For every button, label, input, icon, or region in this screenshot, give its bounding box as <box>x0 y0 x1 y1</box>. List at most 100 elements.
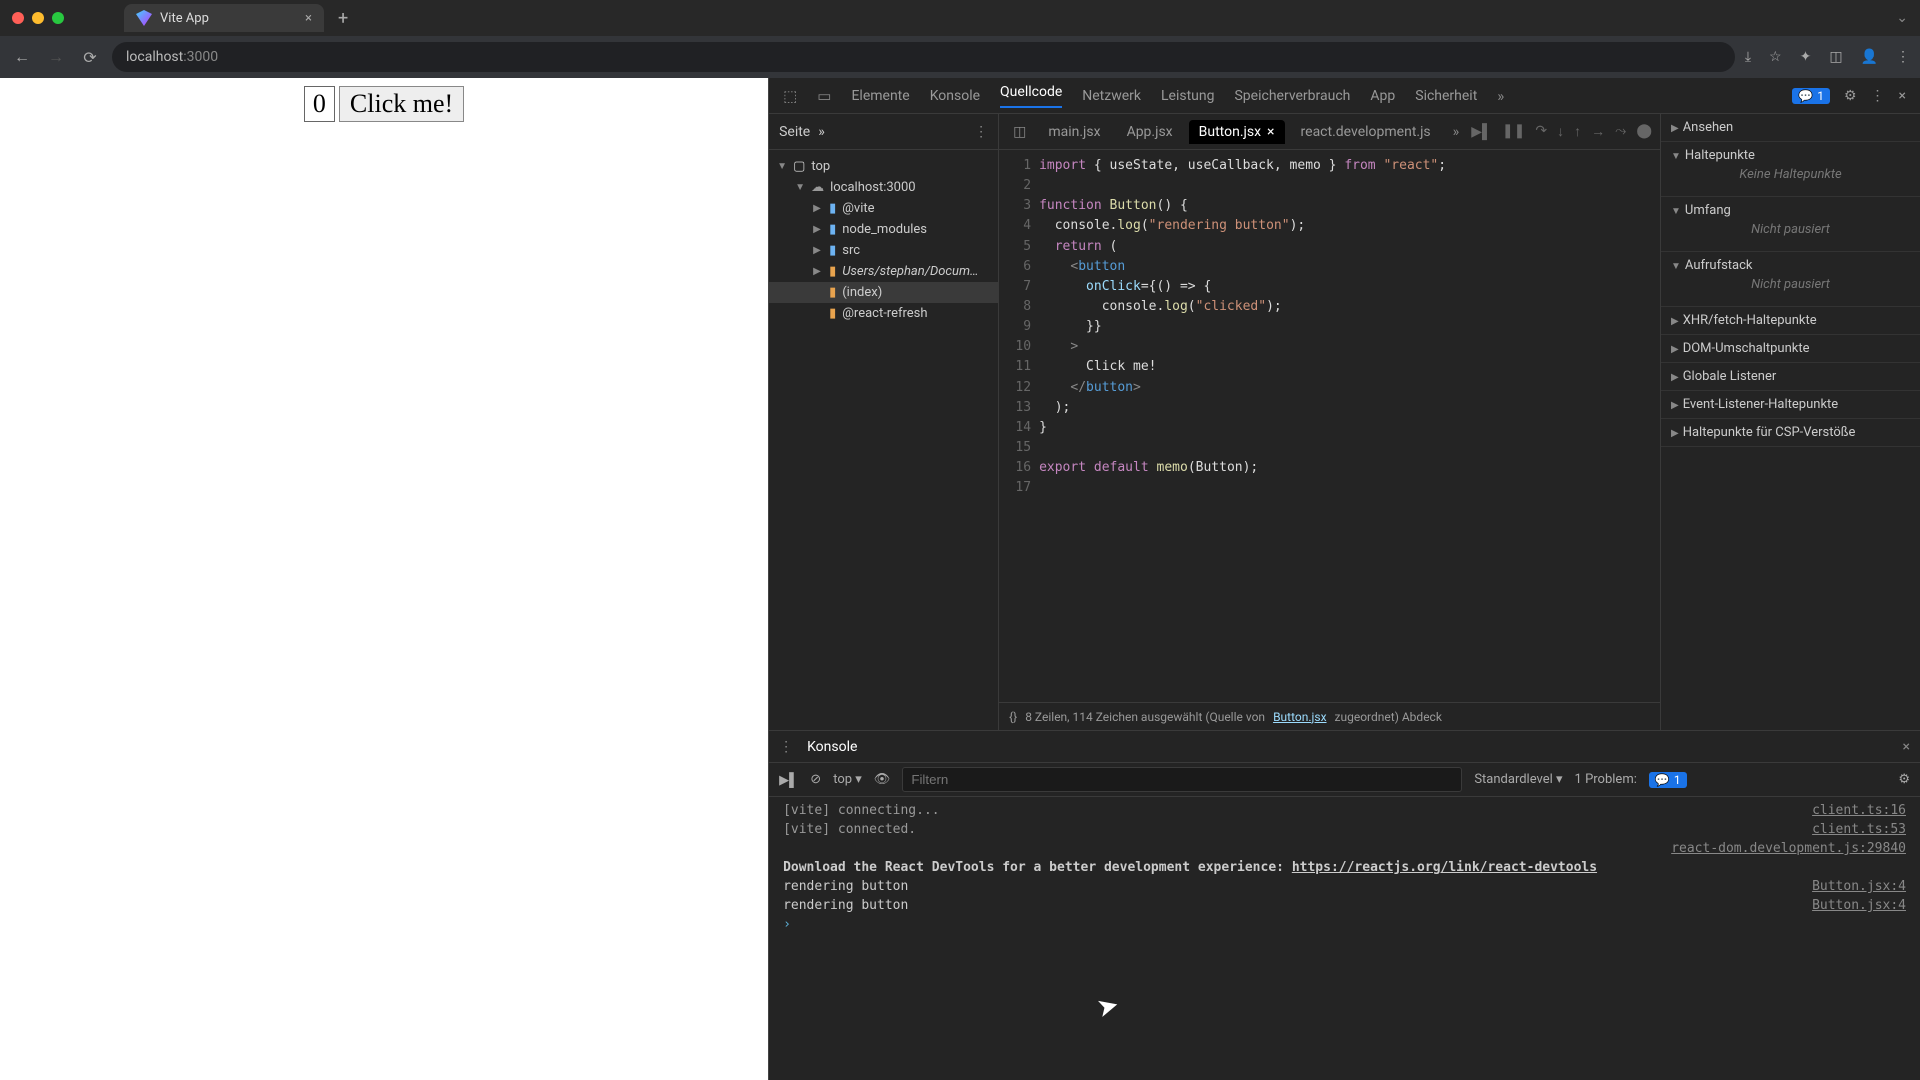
toggle-debugger-icon[interactable]: ▶▌ <box>1471 123 1492 140</box>
tree-node-modules[interactable]: ▶▮ node_modules <box>769 219 998 240</box>
forward-button[interactable]: → <box>44 47 68 67</box>
step-over-icon[interactable]: ↷ <box>1535 123 1547 140</box>
tab-console[interactable]: Konsole <box>930 88 980 104</box>
url-port: :3000 <box>183 49 218 65</box>
dbg-event[interactable]: ▶Event-Listener-Haltepunkte <box>1661 391 1920 419</box>
reload-button[interactable]: ⟳ <box>78 48 102 67</box>
ed-tab-main[interactable]: main.jsx <box>1038 120 1110 144</box>
tree-src[interactable]: ▶▮ src <box>769 240 998 261</box>
code-editor[interactable]: 1234567891011121314151617 import { useSt… <box>999 150 1660 702</box>
log-source-link[interactable]: Button.jsx:4 <box>1812 898 1906 913</box>
clear-console-icon[interactable]: ⊘ <box>810 772 821 787</box>
tree-users-path[interactable]: ▶▮ Users/stephan/Docum… <box>769 261 998 282</box>
profile-icon[interactable]: 👤 <box>1861 49 1878 65</box>
device-toggle-icon[interactable]: ▭ <box>817 87 831 105</box>
log-row: rendering buttonButton.jsx:4 <box>769 896 1920 915</box>
source-map-link[interactable]: Button.jsx <box>1273 710 1326 724</box>
tab-sources[interactable]: Quellcode <box>1000 84 1062 108</box>
ed-tab-app[interactable]: App.jsx <box>1117 120 1183 144</box>
sources-sidebar: Seite » ⋮ ▼▢ top ▼☁ localhost:3000 ▶▮ @v… <box>769 114 999 730</box>
log-source-link[interactable]: client.ts:16 <box>1812 803 1906 818</box>
console-settings-icon[interactable]: ⚙ <box>1898 772 1910 787</box>
install-icon[interactable]: ⤓ <box>1745 49 1751 65</box>
log-source-link[interactable]: client.ts:53 <box>1812 822 1906 837</box>
url-host: localhost <box>126 49 183 65</box>
more-editor-tabs-icon[interactable]: » <box>1447 124 1466 140</box>
sidepanel-icon[interactable]: ◫ <box>1829 49 1842 65</box>
tree-vite[interactable]: ▶▮ @vite <box>769 198 998 219</box>
deactivate-bp-icon[interactable]: ⤳ <box>1615 123 1626 140</box>
log-row: rendering buttonButton.jsx:4 <box>769 877 1920 896</box>
toggle-navigator-icon[interactable]: ◫ <box>1007 124 1032 140</box>
braces-icon[interactable]: {} <box>1009 710 1017 724</box>
pause-exceptions-icon[interactable]: ⬤ <box>1636 123 1652 140</box>
tree-index[interactable]: ▮ (index) <box>769 282 998 303</box>
tab-security[interactable]: Sicherheit <box>1415 88 1477 104</box>
pause-icon[interactable]: ❚❚ <box>1502 123 1525 140</box>
dbg-watch[interactable]: ▶Ansehen <box>1661 114 1920 142</box>
tree-top[interactable]: ▼▢ top <box>769 156 998 177</box>
close-tab-icon[interactable]: × <box>1267 124 1274 140</box>
console-prompt[interactable]: › <box>769 915 1920 934</box>
console-filter-input[interactable] <box>902 767 1462 792</box>
log-source-link[interactable]: react-dom.development.js:29840 <box>1671 841 1906 856</box>
issues-badge[interactable]: 💬 1 <box>1792 88 1830 104</box>
browser-tab[interactable]: Vite App × <box>124 4 324 32</box>
url-field[interactable]: localhost:3000 <box>112 42 1735 72</box>
react-devtools-link[interactable]: https://reactjs.org/link/react-devtools <box>1292 860 1597 875</box>
step-into-icon[interactable]: ↓ <box>1557 123 1564 140</box>
sidebar-kebab-icon[interactable]: ⋮ <box>974 124 988 140</box>
log-source-link[interactable]: Button.jsx:4 <box>1812 879 1906 894</box>
window-titlebar: Vite App × + ⌄ <box>0 0 1920 36</box>
problems-badge[interactable]: 💬 1 <box>1649 772 1687 788</box>
console-sidebar-icon[interactable]: ▶▌ <box>779 772 798 788</box>
eye-icon[interactable]: 👁 <box>874 772 891 787</box>
dbg-dom[interactable]: ▶DOM-Umschaltpunkte <box>1661 335 1920 363</box>
dbg-csp[interactable]: ▶Haltepunkte für CSP-Verstöße <box>1661 419 1920 447</box>
tab-elements[interactable]: Elemente <box>851 88 909 104</box>
page-viewport: 0 Click me! <box>0 78 768 1080</box>
back-button[interactable]: ← <box>10 47 34 67</box>
close-devtools-icon[interactable]: × <box>1899 88 1906 104</box>
console-drawer: ⋮ Konsole × ▶▌ ⊘ top ▾ 👁 Standardlevel ▾… <box>769 730 1920 1080</box>
counter-value: 0 <box>304 86 335 122</box>
tab-application[interactable]: App <box>1370 88 1395 104</box>
drawer-tab-console[interactable]: Konsole <box>807 739 857 755</box>
context-selector[interactable]: top ▾ <box>833 772 862 787</box>
console-output[interactable]: [vite] connecting...client.ts:16 [vite] … <box>769 797 1920 1080</box>
step-icon[interactable]: → <box>1591 123 1605 140</box>
menu-icon[interactable]: ⋮ <box>1896 49 1910 65</box>
minimize-window-button[interactable] <box>32 12 44 24</box>
dbg-global[interactable]: ▶Globale Listener <box>1661 363 1920 391</box>
chevron-down-icon[interactable]: ⌄ <box>1896 10 1908 26</box>
tab-close-icon[interactable]: × <box>305 11 312 26</box>
dbg-breakpoints[interactable]: ▼Haltepunkte Keine Haltepunkte <box>1661 142 1920 197</box>
star-icon[interactable]: ☆ <box>1769 49 1782 65</box>
tree-host[interactable]: ▼☁ localhost:3000 <box>769 177 998 198</box>
tab-memory[interactable]: Speicherverbrauch <box>1234 88 1350 104</box>
click-me-button[interactable]: Click me! <box>339 86 464 122</box>
drawer-close-icon[interactable]: × <box>1903 739 1910 755</box>
more-tabs-icon[interactable]: » <box>1497 87 1504 105</box>
ed-tab-button[interactable]: Button.jsx × <box>1189 120 1285 144</box>
new-tab-button[interactable]: + <box>324 8 362 29</box>
traffic-lights <box>12 12 64 24</box>
dbg-callstack[interactable]: ▼Aufrufstack Nicht pausiert <box>1661 252 1920 307</box>
maximize-window-button[interactable] <box>52 12 64 24</box>
inspect-icon[interactable]: ⬚ <box>783 87 797 105</box>
more-sidebar-tabs-icon[interactable]: » <box>818 124 825 140</box>
settings-icon[interactable]: ⚙ <box>1844 88 1857 104</box>
tab-network[interactable]: Netzwerk <box>1082 88 1141 104</box>
kebab-icon[interactable]: ⋮ <box>1871 88 1885 104</box>
drawer-kebab-icon[interactable]: ⋮ <box>779 739 793 755</box>
ed-tab-react-dev[interactable]: react.development.js <box>1291 120 1441 144</box>
dbg-scope[interactable]: ▼Umfang Nicht pausiert <box>1661 197 1920 252</box>
tab-performance[interactable]: Leistung <box>1161 88 1214 104</box>
problems-label: 1 Problem: <box>1575 772 1637 787</box>
level-selector[interactable]: Standardlevel ▾ <box>1474 772 1562 787</box>
extensions-icon[interactable]: ✦ <box>1800 49 1812 65</box>
tree-react-refresh[interactable]: ▮ @react-refresh <box>769 303 998 324</box>
step-out-icon[interactable]: ↑ <box>1574 123 1581 140</box>
dbg-xhr[interactable]: ▶XHR/fetch-Haltepunkte <box>1661 307 1920 335</box>
close-window-button[interactable] <box>12 12 24 24</box>
